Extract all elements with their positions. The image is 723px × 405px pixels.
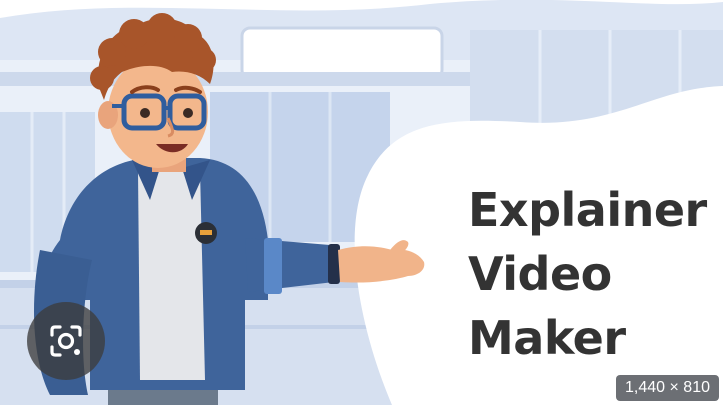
tshirt (138, 170, 205, 380)
headline-line1: Explainer (468, 183, 707, 237)
headline-line3: Maker (468, 311, 626, 365)
image-dimensions-badge: 1,440 × 810 (616, 375, 719, 401)
cuff (264, 238, 282, 294)
ceiling-light (240, 26, 444, 80)
google-lens-camera-icon (50, 325, 82, 357)
headline: Explainer Video Maker (468, 178, 707, 370)
lens-search-button[interactable] (27, 302, 105, 380)
image-preview[interactable]: Explainer Video Maker 1,440 × 810 (0, 0, 723, 405)
headline-line2: Video (468, 247, 612, 301)
